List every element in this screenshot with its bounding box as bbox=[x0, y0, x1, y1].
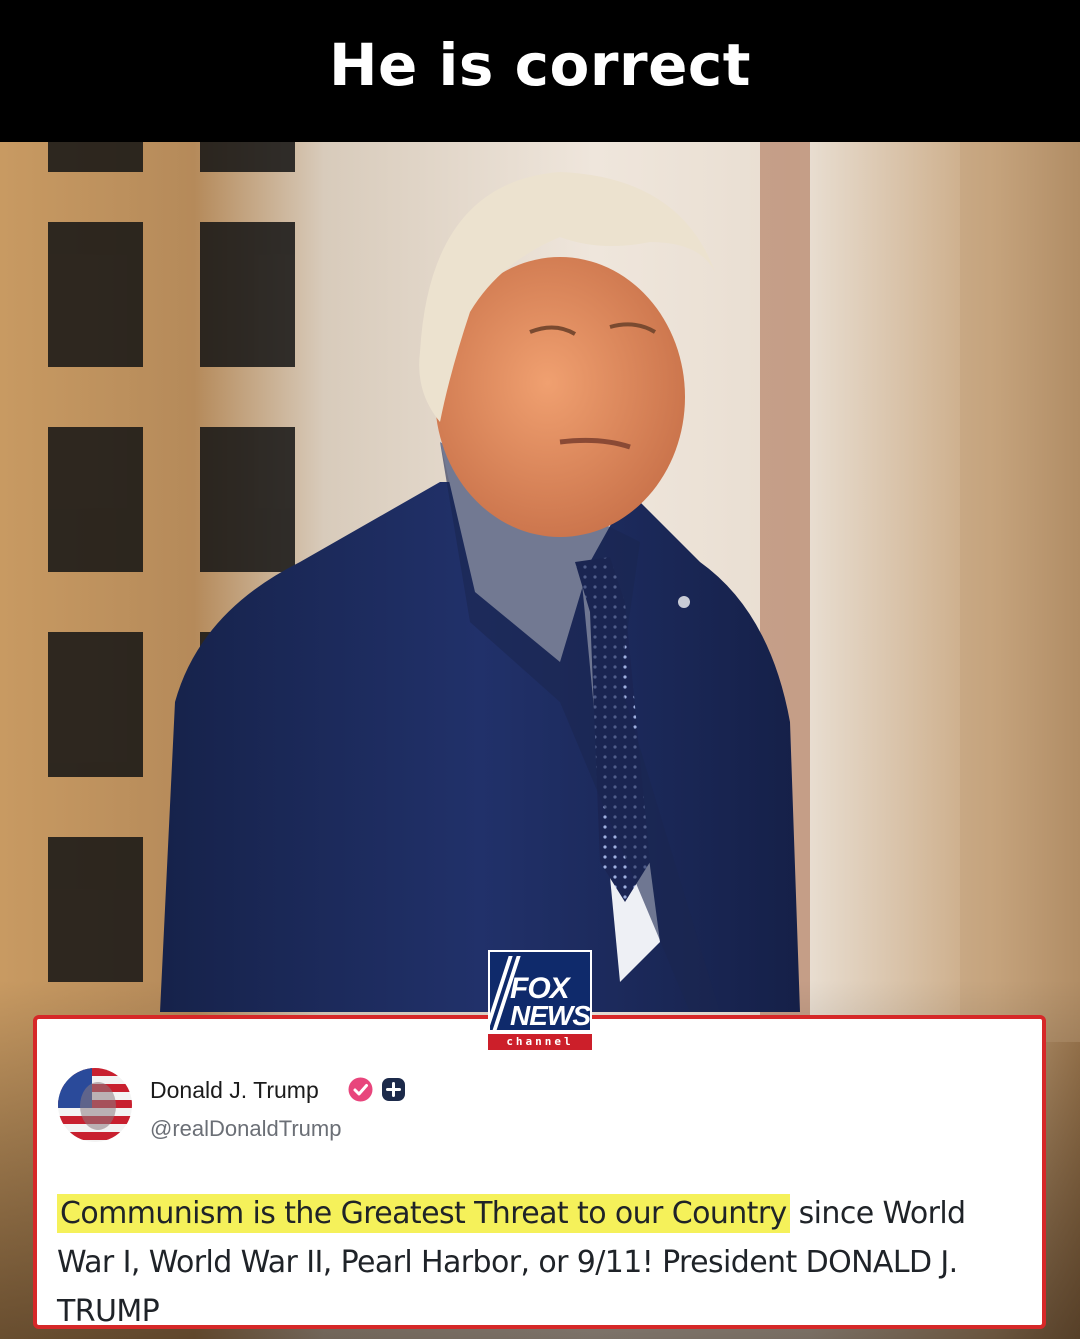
caption-bar: He is correct bbox=[0, 0, 1080, 142]
news-word: NEWS bbox=[510, 1000, 590, 1031]
author-handle[interactable]: @realDonaldTrump bbox=[150, 1116, 341, 1142]
post-text-highlighted: Communism is the Greatest Threat to our … bbox=[57, 1194, 790, 1233]
avatar-flag-portrait bbox=[58, 1068, 132, 1142]
verified-check-icon bbox=[348, 1077, 373, 1102]
post-card: Donald J. Trump @realDonaldTrump Communi… bbox=[33, 1015, 1046, 1329]
fox-news-logo-box: FOX NEWS bbox=[488, 950, 592, 1032]
fox-news-logo: FOX NEWS channel bbox=[488, 950, 592, 1054]
post-text: Communism is the Greatest Threat to our … bbox=[57, 1189, 1017, 1336]
fox-channel-label: channel bbox=[488, 1034, 592, 1050]
caption-text: He is correct bbox=[328, 31, 752, 99]
author-name[interactable]: Donald J. Trump bbox=[150, 1077, 319, 1104]
plus-badge-icon bbox=[382, 1078, 405, 1101]
fox-slash-mark bbox=[490, 956, 513, 1030]
avatar[interactable] bbox=[58, 1068, 132, 1142]
